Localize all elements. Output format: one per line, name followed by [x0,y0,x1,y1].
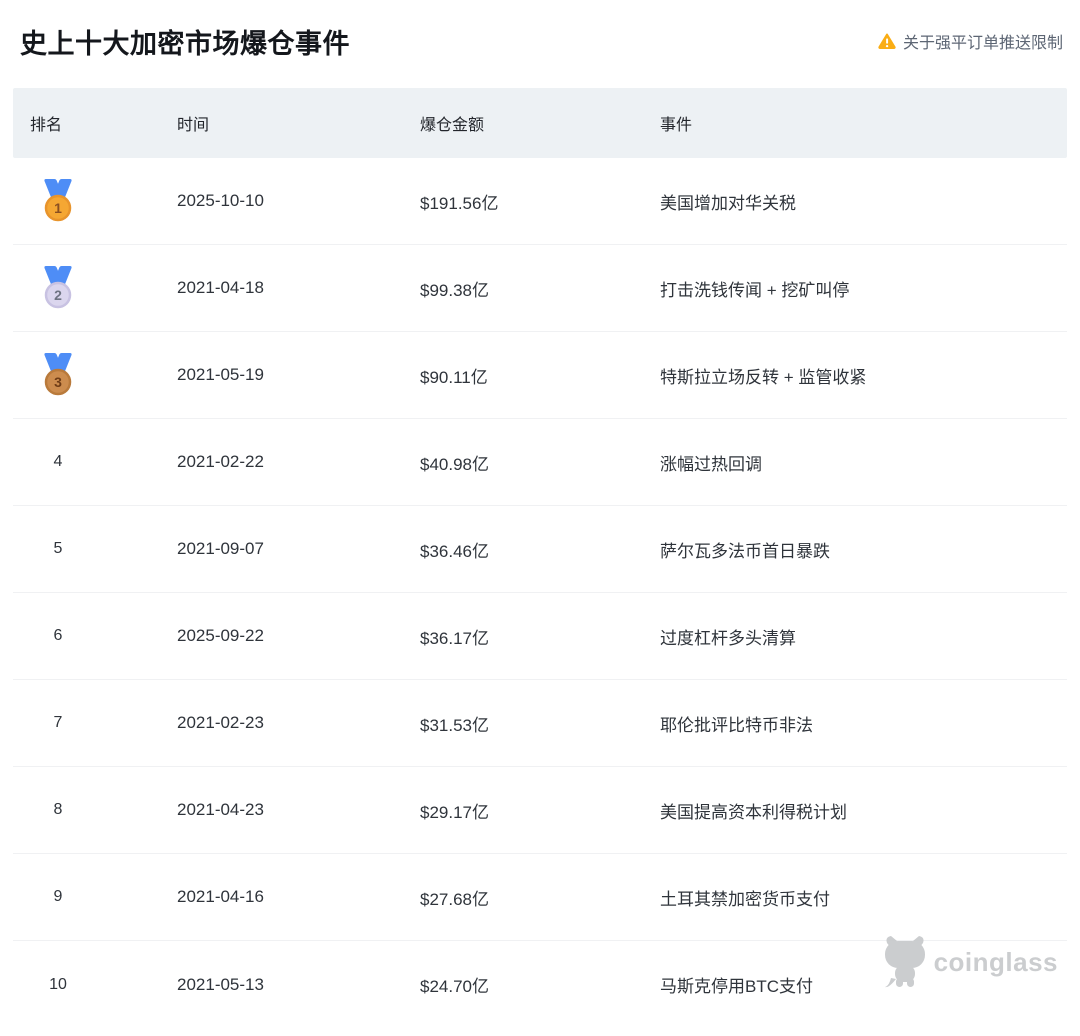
column-header-rank: 排名 [30,117,63,134]
rank-cell: 2 [30,265,177,311]
liquidation-amount: $36.46亿 [420,541,489,561]
event-description: 马斯克停用BTC支付 [660,977,813,996]
event-date: 2021-04-23 [177,800,264,819]
table-row: 8 2021-04-23 $29.17亿 美国提高资本利得税计划 [13,767,1067,854]
liquidation-amount: $24.70亿 [420,977,489,996]
table-row: 5 2021-09-07 $36.46亿 萨尔瓦多法币首日暴跌 [13,506,1067,593]
event-description: 土耳其禁加密货币支付 [660,889,830,909]
event-description: 美国提高资本利得税计划 [660,802,847,822]
rank-number: 10 [49,975,67,993]
rank-box: 8 [38,787,78,833]
event-date: 2021-05-13 [177,974,264,994]
rank-number: 6 [53,627,63,644]
rank-number: 8 [53,801,63,818]
table-row: 10 2021-05-13 $24.70亿 马斯克停用BTC支付 [13,941,1067,1028]
warning-icon [878,33,896,49]
event-date: 2021-02-22 [177,452,264,471]
notice-label: 关于强平订单推送限制 [902,35,1063,52]
svg-text:2: 2 [54,287,62,303]
rank-cell: 1 [30,178,177,224]
liquidation-amount: $29.17亿 [420,802,489,822]
table-header-row: 排名 时间 爆仓金额 事件 [13,88,1067,158]
rank-box: 9 [38,874,78,920]
event-date: 2025-09-22 [177,626,264,645]
event-description: 耶伦批评比特币非法 [660,715,813,735]
table-row: 3 2021-05-19 $90.11亿 特斯拉立场反转 + 监管收紧 [13,332,1067,419]
svg-text:3: 3 [54,374,62,390]
liquidation-amount: $27.68亿 [420,889,489,909]
table-row: 6 2025-09-22 $36.17亿 过度杠杆多头清算 [13,593,1067,680]
column-header-time: 时间 [177,117,210,134]
event-date: 2021-02-23 [177,713,264,732]
rank-cell: 9 [30,874,177,920]
rank-cell: 3 [30,352,177,398]
event-description: 特斯拉立场反转 + 监管收紧 [660,367,867,387]
table-body: 1 2025-10-10 $191.56亿 美国增加对华关税 2 2021-04… [13,158,1067,1028]
rank-box: 2 [38,265,78,311]
table-row: 2 2021-04-18 $99.38亿 打击洗钱传闻 + 挖矿叫停 [13,245,1067,332]
rank-cell: 8 [30,787,177,833]
rank-cell: 10 [30,962,177,1008]
liquidation-events-table: 排名 时间 爆仓金额 事件 1 2025-10-10 $191.56亿 美国增加… [13,88,1067,1028]
rank-number: 7 [53,714,63,731]
table-row: 1 2025-10-10 $191.56亿 美国增加对华关税 [13,158,1067,245]
rank-number: 5 [53,540,63,557]
silver-medal-icon: 2 [44,266,72,309]
page-title: 史上十大加密市场爆仓事件 [20,29,350,59]
rank-cell: 5 [30,526,177,572]
event-description: 涨幅过热回调 [660,454,762,474]
gold-medal-icon: 1 [44,179,72,222]
svg-text:1: 1 [54,200,62,216]
event-date: 2021-04-16 [177,887,264,906]
rank-number: 4 [53,453,63,470]
rank-cell: 6 [30,613,177,659]
event-description: 过度杠杆多头清算 [660,628,796,648]
rank-box: 1 [38,178,78,224]
event-description: 美国增加对华关税 [660,193,796,213]
event-date: 2025-10-10 [177,191,264,210]
event-date: 2021-09-07 [177,539,264,558]
rank-box: 7 [38,700,78,746]
rank-number: 9 [53,888,63,905]
rank-box: 4 [38,439,78,485]
column-header-amount: 爆仓金额 [420,117,485,134]
liquidation-notice-link[interactable]: 关于强平订单推送限制 [878,29,1063,53]
event-description: 萨尔瓦多法币首日暴跌 [660,541,830,561]
liquidation-amount: $40.98亿 [420,454,489,474]
table-row: 9 2021-04-16 $27.68亿 土耳其禁加密货币支付 [13,854,1067,941]
rank-box: 10 [38,962,78,1008]
rank-box: 5 [38,526,78,572]
rank-cell: 4 [30,439,177,485]
liquidation-amount: $99.38亿 [420,280,489,300]
liquidation-amount: $31.53亿 [420,715,489,735]
rank-cell: 7 [30,700,177,746]
rank-box: 6 [38,613,78,659]
event-date: 2021-04-18 [177,278,264,297]
event-date: 2021-05-19 [177,365,264,384]
bronze-medal-icon: 3 [44,353,72,396]
liquidation-amount: $36.17亿 [420,628,489,648]
rank-box: 3 [38,352,78,398]
table-row: 7 2021-02-23 $31.53亿 耶伦批评比特币非法 [13,680,1067,767]
liquidation-amount: $90.11亿 [420,367,488,387]
liquidation-amount: $191.56亿 [420,193,499,213]
column-header-event: 事件 [660,117,693,134]
event-description: 打击洗钱传闻 + 挖矿叫停 [660,280,850,300]
table-row: 4 2021-02-22 $40.98亿 涨幅过热回调 [13,419,1067,506]
